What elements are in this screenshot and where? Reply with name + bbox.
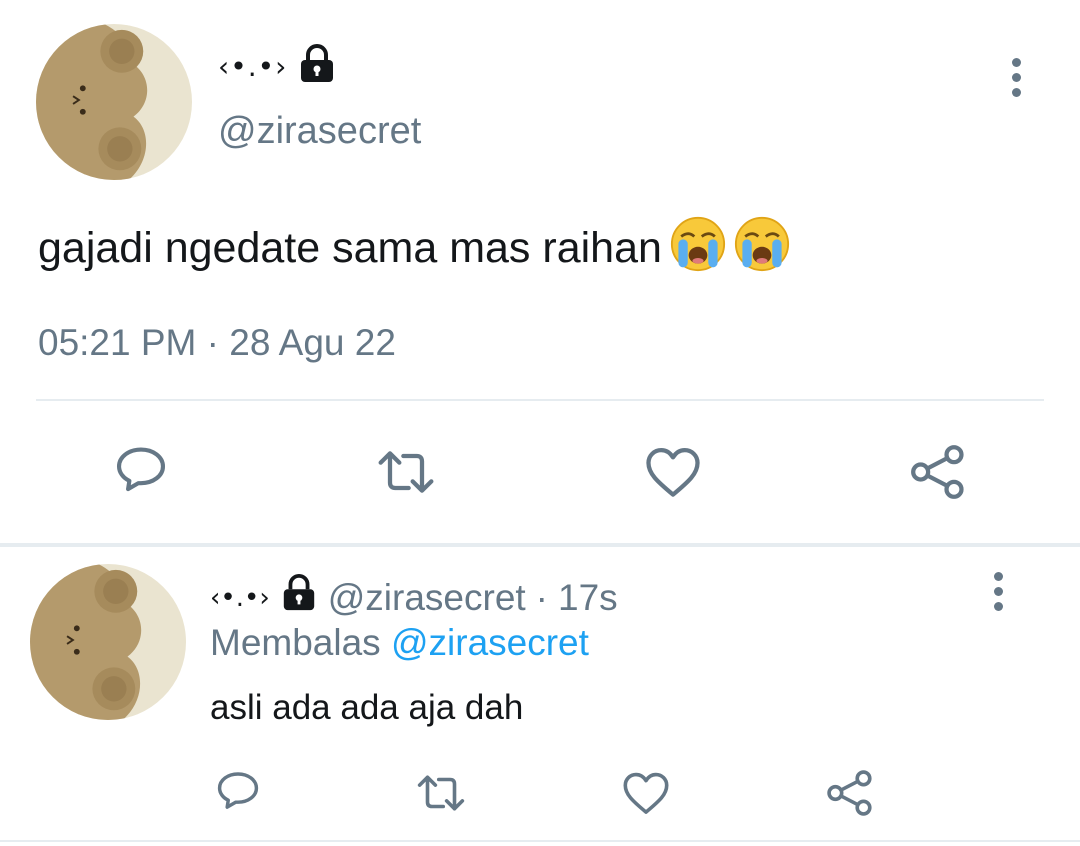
share-button[interactable]: [906, 440, 970, 504]
reply-age: 17s: [558, 576, 618, 618]
more-vertical-icon[interactable]: [1003, 58, 1029, 98]
user-handle[interactable]: @zirasecret: [218, 110, 421, 153]
lock-icon: [280, 574, 318, 621]
share-icon: [823, 766, 877, 820]
like-button[interactable]: [641, 440, 705, 504]
replying-to: Membalas @zirasecret: [210, 622, 589, 664]
tweet-date: 28 Agu 22: [229, 322, 396, 363]
divider: [36, 399, 1044, 401]
retweet-button[interactable]: [374, 440, 438, 504]
retweet-icon: [374, 440, 438, 504]
reply-button[interactable]: [212, 766, 264, 818]
reply-icon: [212, 766, 264, 818]
replying-prefix: Membalas: [210, 622, 381, 663]
reply-handle[interactable]: @zirasecret: [328, 577, 526, 619]
replying-to-handle[interactable]: @zirasecret: [391, 622, 589, 663]
share-icon: [906, 440, 970, 504]
reply-header: ‹•.•› @zirasecret · 17s: [210, 574, 618, 621]
like-icon: [619, 766, 673, 820]
reply-display-name[interactable]: ‹•.•›: [210, 583, 270, 613]
reply-icon: [110, 440, 172, 502]
more-vertical-icon[interactable]: [985, 572, 1011, 612]
tweet-time: 05:21 PM: [38, 322, 197, 363]
like-button[interactable]: [619, 766, 673, 820]
tweet-author[interactable]: ‹•.•›: [218, 44, 337, 88]
tweet-text: gajadi ngedate sama mas raihan: [38, 216, 790, 273]
lock-icon: [297, 44, 337, 89]
display-name: ‹•.•›: [218, 49, 288, 83]
reply-text: asli ada ada aja dah: [210, 688, 524, 727]
bottom-divider: [0, 840, 1080, 842]
like-icon: [641, 440, 705, 504]
loudly-crying-face-icon: [670, 216, 726, 272]
share-button[interactable]: [823, 766, 877, 820]
section-divider: [0, 543, 1080, 547]
reply-avatar[interactable]: [30, 564, 186, 720]
loudly-crying-face-icon: [734, 216, 790, 272]
tweet-timestamp: 05:21 PM · 28 Agu 22: [38, 322, 396, 364]
retweet-button[interactable]: [414, 766, 468, 820]
meta-separator: ·: [206, 322, 219, 363]
meta-separator: ·: [535, 576, 548, 618]
tweet-text-content: gajadi ngedate sama mas raihan: [38, 224, 662, 272]
avatar[interactable]: [36, 24, 192, 180]
reply-button[interactable]: [110, 440, 172, 502]
retweet-icon: [414, 766, 468, 820]
